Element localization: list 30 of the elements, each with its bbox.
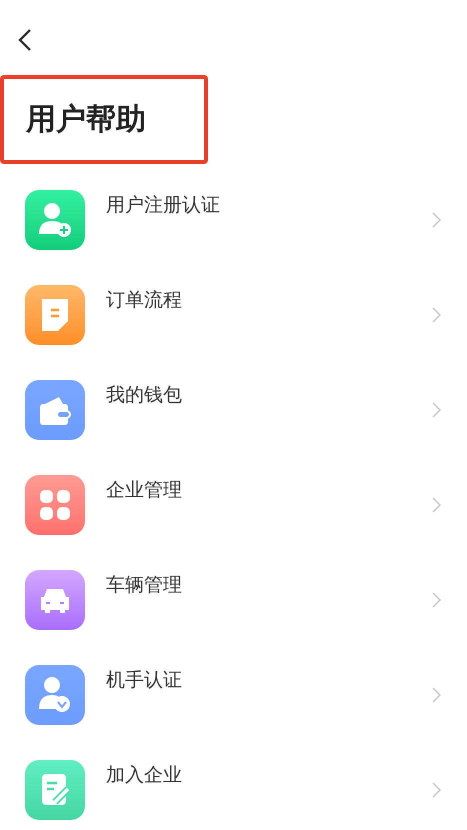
item-label: 用户注册认证 (106, 194, 221, 218)
help-item[interactable]: 企业管理 (0, 475, 467, 535)
user-check-icon (25, 665, 85, 725)
chevron-icon (432, 307, 441, 323)
page-title: 用户帮助 (0, 75, 208, 164)
note-edit-icon (25, 760, 85, 820)
help-item[interactable]: 我的钱包 (0, 380, 467, 440)
chevron-icon (432, 592, 441, 608)
help-item[interactable]: 用户注册认证 (0, 190, 467, 250)
user-add-icon (25, 190, 85, 250)
item-label: 机手认证 (106, 669, 183, 693)
document-icon (25, 285, 85, 345)
grid-icon (25, 475, 85, 535)
item-label: 订单流程 (106, 289, 183, 313)
item-label: 企业管理 (106, 479, 183, 503)
chevron-icon (432, 402, 441, 418)
wallet-icon (25, 380, 85, 440)
chevron-icon (432, 212, 441, 228)
chevron-icon (432, 687, 441, 703)
help-item[interactable]: 机手认证 (0, 665, 467, 725)
item-label: 车辆管理 (106, 574, 183, 598)
item-label: 加入企业 (106, 764, 183, 788)
car-icon (25, 570, 85, 630)
help-item[interactable]: 车辆管理 (0, 570, 467, 630)
item-label: 我的钱包 (106, 384, 183, 408)
chevron-icon (432, 497, 441, 513)
back-icon[interactable] (17, 28, 33, 52)
chevron-icon (432, 782, 441, 798)
help-item[interactable]: 加入企业 (0, 760, 467, 820)
help-item[interactable]: 订单流程 (0, 285, 467, 345)
